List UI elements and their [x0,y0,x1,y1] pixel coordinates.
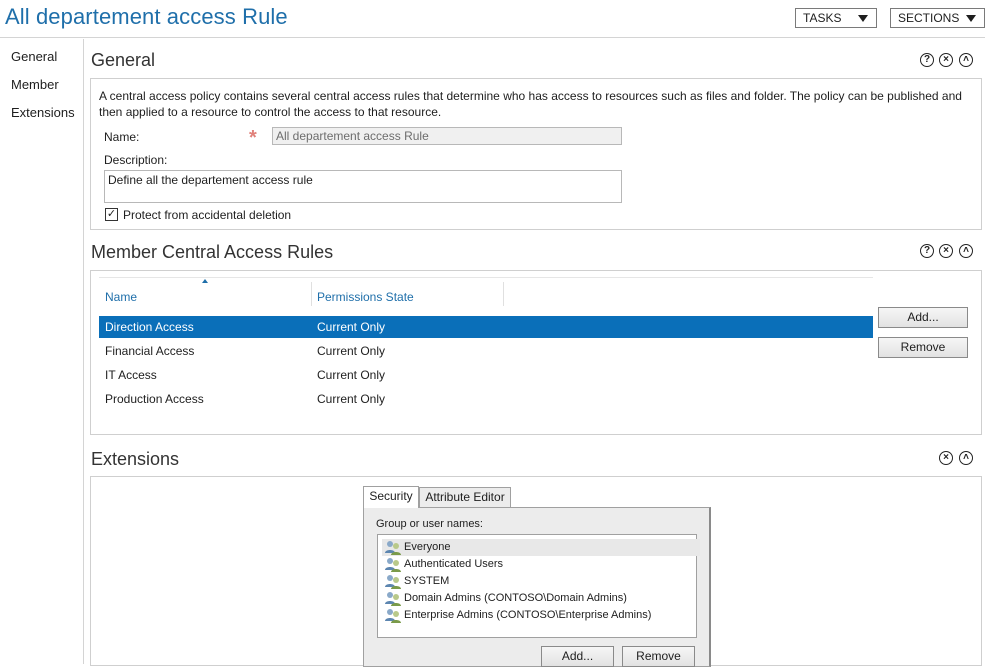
general-section: A central access policy contains several… [90,78,982,230]
member-section-title: Member Central Access Rules [91,242,334,262]
list-item[interactable]: Domain Admins (CONTOSO\Domain Admins) [382,590,627,607]
collapse-icon[interactable]: ˄ [959,244,973,258]
group-label: Group or user names: [376,518,483,530]
extensions-section-title: Extensions [91,449,180,469]
row-name: Production Access [105,392,204,406]
nav-item-extensions[interactable]: Extensions [11,105,75,120]
chevron-down-icon [858,15,868,22]
extensions-section: Security Attribute Editor Group or user … [90,476,982,667]
user-name: Everyone [404,541,451,553]
table-row[interactable]: IT Access Current Only [99,364,873,386]
user-group-icon [385,558,401,572]
general-section-title: General [91,50,156,70]
help-icon[interactable]: ? [920,244,934,258]
row-name: Direction Access [105,320,194,334]
user-name: SYSTEM [404,575,450,587]
sections-dropdown[interactable]: SECTIONS [890,8,985,28]
member-section: Name Permissions State Direction Access … [90,270,982,435]
table-row[interactable]: Financial Access Current Only [99,340,873,362]
row-state: Current Only [317,392,386,406]
close-icon[interactable]: × [939,451,953,465]
table-row[interactable]: Production Access Current Only [99,388,873,410]
tasks-dropdown[interactable]: TASKS [795,8,877,28]
protect-label: Protect from accidental deletion [123,208,292,222]
column-divider [503,282,504,306]
tab-attribute-editor[interactable]: Attribute Editor [419,487,511,507]
help-icon[interactable]: ? [920,53,934,67]
name-label: Name: [104,130,140,144]
sections-label: SECTIONS [898,11,960,25]
tasks-label: TASKS [803,11,842,25]
row-state: Current Only [317,344,386,358]
nav-item-general[interactable]: General [11,49,57,64]
user-group-icon [385,575,401,589]
required-asterisk-icon: * [249,127,257,149]
security-panel: Group or user names: Everyone Authentica… [363,507,711,667]
user-group-icon [385,592,401,606]
user-group-icon [385,541,401,555]
remove-rule-button[interactable]: Remove [878,337,968,358]
close-icon[interactable]: × [939,244,953,258]
nav-item-member[interactable]: Member [11,77,59,92]
list-item[interactable]: SYSTEM [382,573,449,590]
list-item[interactable]: Authenticated Users [382,556,503,573]
protect-checkbox[interactable]: ✓ [105,208,118,221]
row-state: Current Only [317,320,386,334]
add-rule-button[interactable]: Add... [878,307,968,328]
user-name: Authenticated Users [404,558,504,570]
column-header-permissions[interactable]: Permissions State [317,290,414,304]
member-table-header: Name Permissions State [99,277,873,307]
row-name: IT Access [105,368,157,382]
name-field[interactable] [272,127,622,145]
column-divider [311,282,312,306]
row-name: Financial Access [105,344,195,358]
description-field[interactable]: Define all the departement access rule [104,170,622,203]
user-list[interactable]: Everyone Authenticated Users SYSTEM Doma… [377,534,700,638]
collapse-icon[interactable]: ˄ [959,53,973,67]
tab-security[interactable]: Security [363,486,419,508]
list-item[interactable]: Enterprise Admins (CONTOSO\Enterprise Ad… [382,607,651,624]
collapse-icon[interactable]: ˄ [959,451,973,465]
table-row[interactable]: Direction Access Current Only [99,316,873,338]
description-label: Description: [104,153,168,167]
list-item[interactable]: Everyone [382,539,700,556]
user-name: Enterprise Admins (CONTOSO\Enterprise Ad… [404,609,652,621]
general-description-text: A central access policy contains several… [99,89,962,119]
column-header-name[interactable]: Name [105,290,137,304]
page-title: All departement access Rule [5,4,288,29]
title-bar: All departement access Rule TASKS SECTIO… [0,0,985,38]
section-nav: General Member Extensions [0,39,84,664]
row-state: Current Only [317,368,386,382]
user-name: Domain Admins (CONTOSO\Domain Admins) [404,592,627,604]
close-icon[interactable]: × [939,53,953,67]
sort-ascending-icon [202,279,208,283]
user-group-icon [385,609,401,623]
chevron-down-icon [966,15,976,22]
